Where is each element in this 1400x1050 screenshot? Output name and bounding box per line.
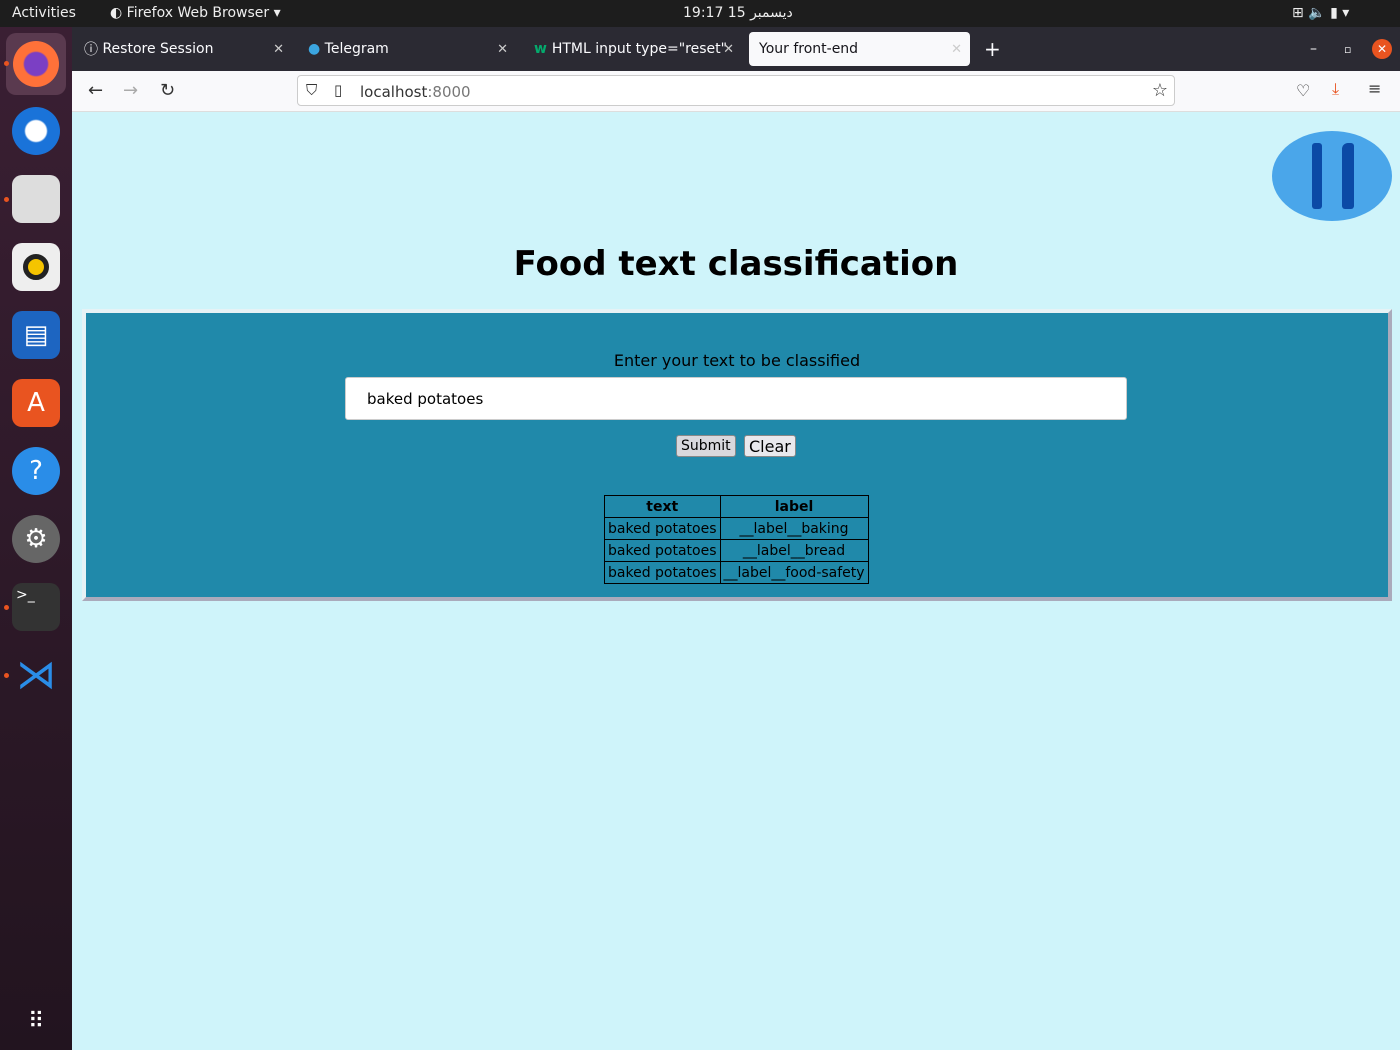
clear-button[interactable]: Clear: [744, 435, 796, 457]
table-row: baked potatoes __label__bread: [604, 539, 869, 562]
table-row: baked potatoes __label__baking: [604, 517, 869, 540]
table-row: baked potatoes __label__food-safety: [604, 561, 869, 584]
cell-label: __label__bread: [719, 539, 869, 562]
cutlery-logo-icon: [1272, 131, 1392, 221]
tab-label: HTML input type="reset": [551, 41, 728, 57]
page-icon: ▯: [334, 81, 343, 99]
cell-label: __label__baking: [719, 517, 869, 540]
text-input[interactable]: [345, 377, 1127, 420]
minimize-button[interactable]: –: [1300, 32, 1317, 66]
results-table: text label baked potatoes __label__baking …: [604, 495, 869, 584]
cell-text: baked potatoes: [604, 539, 721, 562]
clock[interactable]: 19:17 15 ديسمبر: [683, 5, 793, 21]
navigation-bar: ← → ↻ ⛉ ▯ localhost:8000 ☆ ♡ ⤓ ≡: [72, 71, 1400, 112]
thunderbird-dock-icon[interactable]: [12, 107, 60, 155]
cell-label: __label__food-safety: [719, 561, 869, 584]
bookmark-star-icon[interactable]: ☆: [1152, 80, 1168, 101]
header-text: text: [604, 495, 721, 518]
show-apps-icon[interactable]: ⠿: [12, 997, 60, 1045]
activities-button[interactable]: Activities: [12, 5, 76, 21]
system-tray-icons[interactable]: ⊞ 🔈 ▮ ▾: [1292, 5, 1349, 21]
close-tab-icon[interactable]: ✕: [273, 42, 284, 57]
close-window-button[interactable]: ✕: [1372, 39, 1392, 59]
cell-text: baked potatoes: [604, 517, 721, 540]
tab-restore-session[interactable]: ⓘ Restore Session ✕: [74, 32, 292, 66]
downloads-icon[interactable]: ⤓: [1332, 79, 1339, 99]
tab-label: Telegram: [324, 41, 389, 57]
new-tab-button[interactable]: +: [974, 32, 1001, 66]
settings-dock-icon[interactable]: ⚙: [12, 515, 60, 563]
tab-bar: ⓘ Restore Session ✕ ● Telegram ✕ w HTML in…: [72, 27, 1400, 71]
input-prompt: Enter your text to be classified: [613, 351, 861, 370]
app-menu[interactable]: ◐ Firefox Web Browser ▾: [110, 5, 281, 21]
info-icon: ⓘ: [84, 42, 103, 58]
submit-button[interactable]: Submit: [676, 435, 736, 457]
files-dock-icon[interactable]: [12, 175, 60, 223]
forward-icon[interactable]: →: [123, 80, 138, 101]
tab-telegram[interactable]: ● Telegram ✕: [298, 32, 516, 66]
tab-label: Restore Session: [102, 41, 214, 57]
page-title: Food text classification: [513, 244, 959, 284]
url-bar[interactable]: ⛉ ▯ localhost:8000 ☆: [297, 75, 1175, 106]
w3schools-icon: w: [534, 41, 552, 57]
rhythmbox-dock-icon[interactable]: [12, 243, 60, 291]
tab-your-front-end[interactable]: Your front-end ✕: [749, 32, 970, 66]
menu-icon[interactable]: ≡: [1368, 79, 1381, 98]
vscode-dock-icon[interactable]: ⋊: [12, 651, 60, 699]
close-tab-icon[interactable]: ✕: [951, 42, 962, 57]
software-dock-icon[interactable]: A: [12, 379, 60, 427]
tab-label: Your front-end: [759, 41, 859, 57]
url-port: :8000: [427, 83, 471, 101]
system-top-bar: Activities ◐ Firefox Web Browser ▾ 19:17…: [0, 0, 1400, 27]
header-label: label: [719, 495, 869, 518]
close-tab-icon[interactable]: ✕: [723, 42, 734, 57]
url-host: localhost: [360, 83, 428, 101]
back-icon[interactable]: ←: [88, 80, 103, 101]
tab-html-reset[interactable]: w HTML input type="reset" ✕: [524, 32, 742, 66]
reload-icon[interactable]: ↻: [160, 80, 175, 101]
table-header-row: text label: [604, 495, 869, 518]
pocket-icon[interactable]: ♡: [1296, 81, 1310, 100]
restore-button[interactable]: ▫: [1334, 32, 1351, 66]
writer-dock-icon[interactable]: ▤: [12, 311, 60, 359]
app-menu-label: Firefox Web Browser: [126, 5, 270, 21]
cell-text: baked potatoes: [604, 561, 721, 584]
telegram-icon: ●: [308, 41, 325, 57]
page-content: Food text classification Enter your text…: [72, 112, 1400, 1050]
dock: ▤ A ? ⚙ >_ ⋊ ⠿: [0, 27, 72, 1050]
terminal-dock-icon[interactable]: >_: [12, 583, 60, 631]
close-tab-icon[interactable]: ✕: [497, 42, 508, 57]
firefox-dock-icon[interactable]: [6, 33, 66, 95]
classification-panel: Enter your text to be classified Submit …: [82, 309, 1392, 601]
help-dock-icon[interactable]: ?: [12, 447, 60, 495]
shield-icon[interactable]: ⛉: [306, 81, 317, 99]
firefox-icon: ◐: [110, 5, 127, 21]
